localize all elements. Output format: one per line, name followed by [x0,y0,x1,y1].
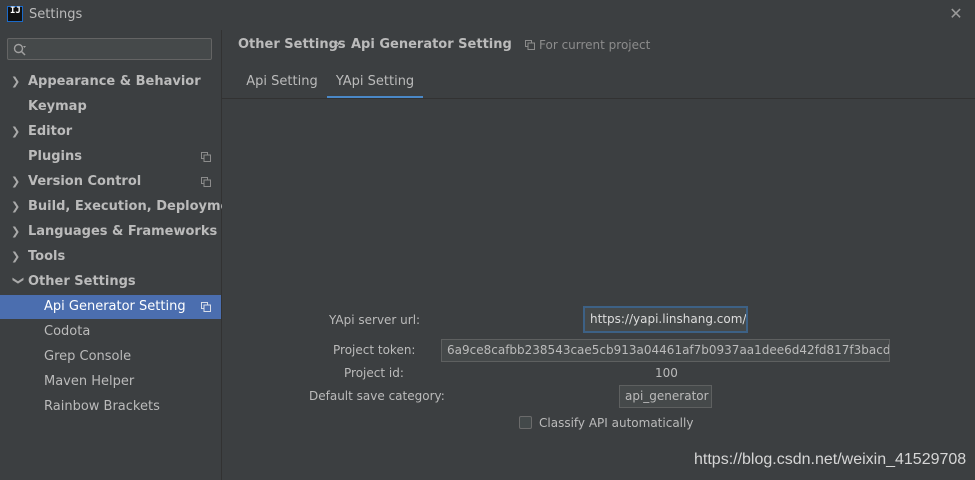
classify-api-label[interactable]: Classify API automatically [539,416,693,430]
tab-api-setting[interactable]: Api Setting [240,68,324,99]
sidebar-item-label: Languages & Frameworks [28,224,218,239]
settings-sidebar: ❯ Appearance & Behavior Keymap ❯ Editor … [0,30,245,480]
copy-icon [525,40,535,50]
project-token-field[interactable]: 6a9ce8cafbb238543cae5cb913a04461af7b0937… [441,339,890,362]
default-category-label: Default save category: [309,389,445,403]
project-id-value[interactable]: 100 [655,366,678,380]
breadcrumb-parent[interactable]: Other Settings [238,37,346,52]
search-icon [13,43,26,56]
sidebar-item-keymap[interactable]: Keymap [0,95,221,119]
sidebar-item-build-execution-deployment[interactable]: ❯ Build, Execution, Deployment [0,195,245,219]
server-url-field[interactable]: https://yapi.linshang.com/ [583,306,748,333]
sidebar-item-label: Api Generator Setting [44,299,186,314]
sidebar-item-appearance-behavior[interactable]: ❯ Appearance & Behavior [0,70,221,94]
sidebar-item-label: Version Control [28,174,142,189]
sidebar-item-label: Tools [28,249,66,264]
sidebar-item-languages-frameworks[interactable]: ❯ Languages & Frameworks [0,220,221,244]
watermark: https://blog.csdn.net/weixin_41529708 [694,451,967,468]
sidebar-item-tools[interactable]: ❯ Tools [0,245,221,269]
sidebar-item-label: Keymap [28,99,87,114]
sidebar-item-api-generator-setting[interactable]: Api Generator Setting [0,295,221,319]
chevron-right-icon[interactable]: ❯ [11,195,23,219]
project-id-label: Project id: [344,366,404,380]
sidebar-item-codota[interactable]: Codota [0,320,221,344]
copy-icon [201,177,211,187]
sidebar-item-label: Plugins [28,149,82,164]
page-title: Api Generator Setting [351,37,512,52]
server-url-label: YApi server url: [329,313,421,327]
sidebar-item-label: Rainbow Brackets [44,399,160,414]
tab-yapi-setting[interactable]: YApi Setting [327,68,423,99]
sidebar-item-label: Grep Console [44,349,132,364]
copy-icon [201,152,211,162]
sidebar-item-grep-console[interactable]: Grep Console [0,345,221,369]
settings-content: Other Settings › Api Generator Setting F… [222,30,975,480]
breadcrumb-separator: › [335,37,341,52]
copy-icon [201,302,211,312]
chevron-down-icon[interactable]: ❯ [6,276,30,288]
classify-api-checkbox[interactable] [519,416,532,429]
sidebar-item-label: Editor [28,124,73,139]
default-category-field[interactable]: api_generator [619,385,712,408]
scope-note-text: For current project [539,38,651,52]
chevron-right-icon[interactable]: ❯ [11,245,23,269]
chevron-right-icon[interactable]: ❯ [11,170,23,194]
sidebar-item-label: Maven Helper [44,374,135,389]
sidebar-item-plugins[interactable]: Plugins [0,145,221,169]
sidebar-item-editor[interactable]: ❯ Editor [0,120,221,144]
title-bar: IJ Settings ✕ [0,0,975,30]
chevron-right-icon[interactable]: ❯ [11,120,23,144]
sidebar-item-label: Appearance & Behavior [28,74,201,89]
search-input[interactable] [7,38,212,60]
sidebar-item-maven-helper[interactable]: Maven Helper [0,370,221,394]
sidebar-item-rainbow-brackets[interactable]: Rainbow Brackets [0,395,221,419]
window-title: Settings [29,7,83,22]
tab-divider [222,98,975,99]
chevron-right-icon[interactable]: ❯ [11,220,23,244]
intellij-logo-icon: IJ [7,6,23,22]
sidebar-item-version-control[interactable]: ❯ Version Control [0,170,221,194]
sidebar-item-label: Build, Execution, Deployment [28,199,245,214]
tab-label: Api Setting [246,74,318,89]
tab-label: YApi Setting [335,74,415,89]
scope-note: For current project [525,38,650,52]
project-token-label: Project token: [333,343,416,357]
sidebar-item-label: Codota [44,324,91,339]
sidebar-item-label: Other Settings [28,274,136,289]
sidebar-item-other-settings[interactable]: ❯ Other Settings [0,270,221,294]
close-icon[interactable]: ✕ [947,5,965,23]
chevron-right-icon[interactable]: ❯ [11,70,23,94]
